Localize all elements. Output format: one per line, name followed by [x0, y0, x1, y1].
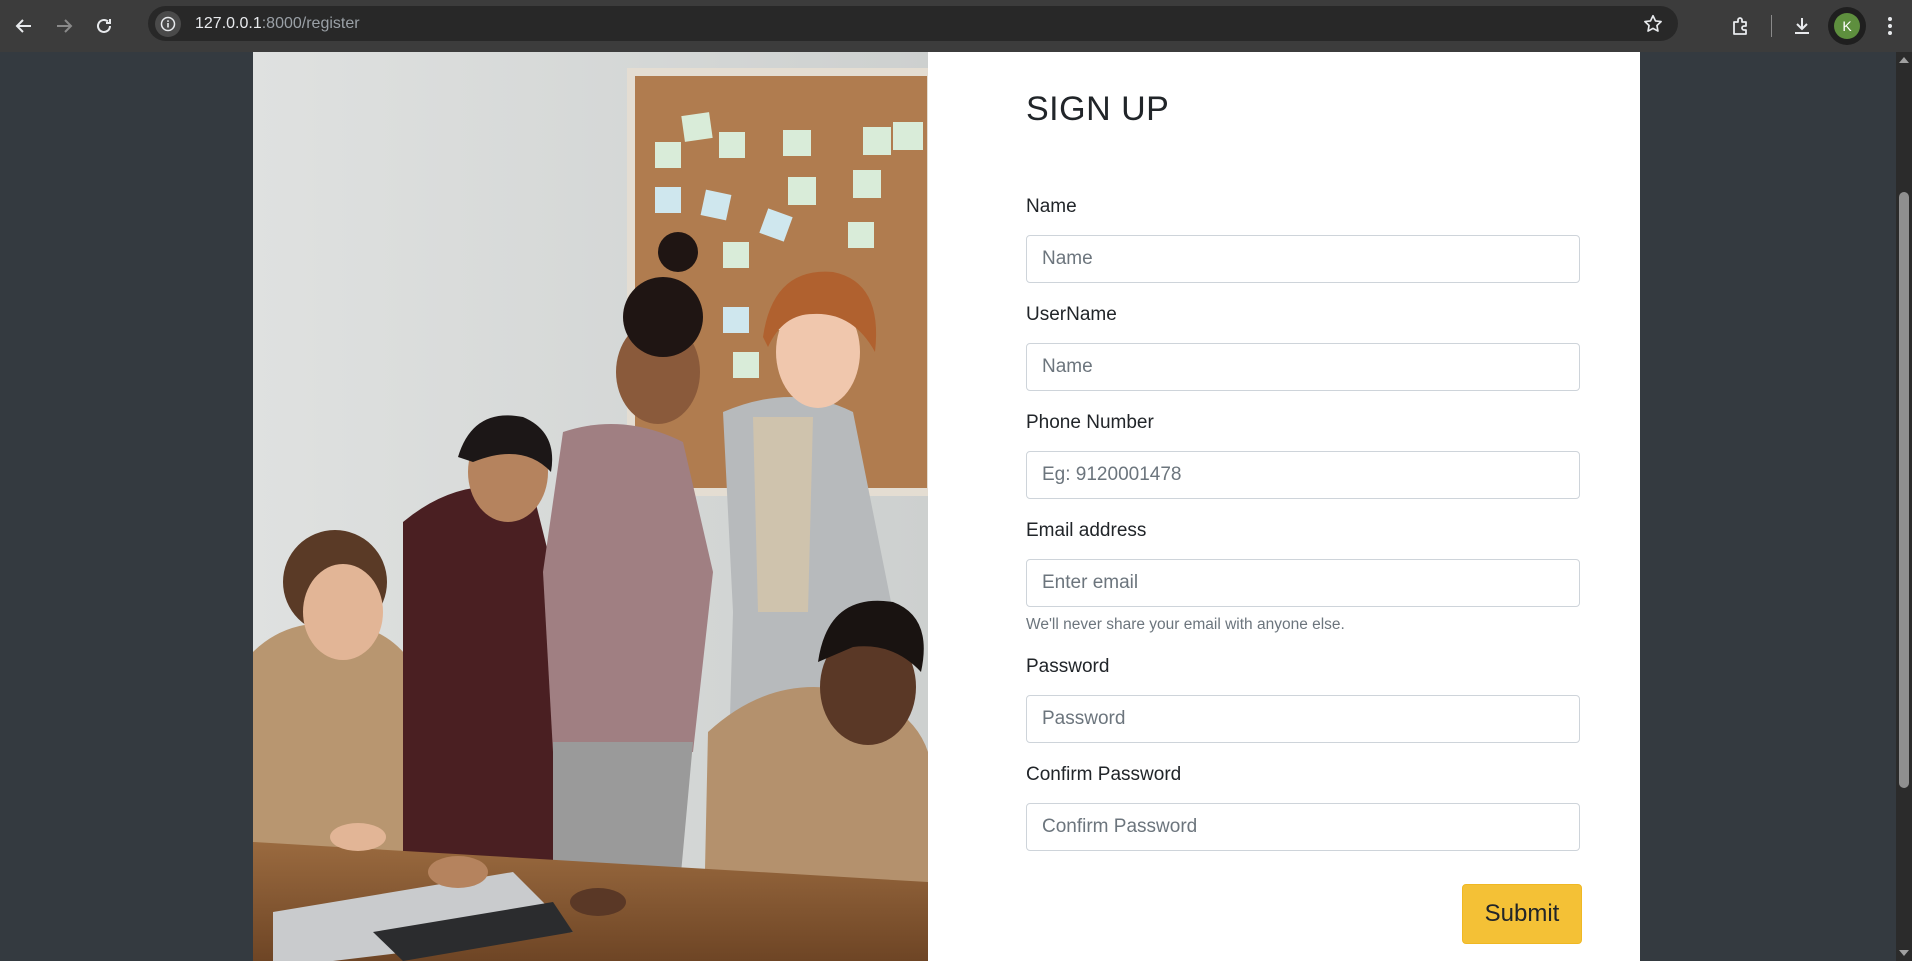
- page-title: SIGN UP: [1026, 90, 1170, 128]
- confirm-password-group: Confirm Password: [1026, 761, 1580, 851]
- url-path: :8000/register: [261, 14, 360, 32]
- browser-menu-button[interactable]: [1870, 6, 1910, 46]
- extensions-icon: [1733, 17, 1747, 35]
- name-group: Name: [1026, 193, 1580, 283]
- name-field[interactable]: [1026, 235, 1580, 283]
- confirm-password-label: Confirm Password: [1026, 764, 1182, 785]
- username-label: UserName: [1026, 304, 1117, 325]
- toolbar-divider: [1771, 15, 1772, 37]
- reload-icon: [97, 18, 111, 33]
- site-info-icon[interactable]: [155, 10, 181, 37]
- phone-group: Phone Number: [1026, 409, 1580, 499]
- forward-button[interactable]: [44, 6, 84, 46]
- password-label: Password: [1026, 656, 1110, 677]
- signup-card: SIGN UP Name UserName Phone Number Email…: [253, 52, 1640, 961]
- scrollbar-thumb[interactable]: [1899, 192, 1909, 788]
- scroll-up-icon[interactable]: [1899, 57, 1909, 63]
- forward-icon: [57, 19, 73, 33]
- back-button[interactable]: [4, 6, 44, 46]
- menu-icon: [1888, 17, 1892, 35]
- toolbar-actions: K: [1721, 0, 1912, 52]
- bookmark-star-icon[interactable]: [1642, 13, 1664, 35]
- profile-button[interactable]: K: [1828, 7, 1866, 45]
- name-label: Name: [1026, 196, 1077, 217]
- email-group: Email address We'll never share your ema…: [1026, 517, 1580, 634]
- submit-button[interactable]: Submit: [1462, 884, 1582, 944]
- password-group: Password: [1026, 653, 1580, 743]
- address-bar[interactable]: 127.0.0.1:8000/register: [148, 6, 1678, 41]
- phone-label: Phone Number: [1026, 412, 1154, 433]
- team-photo: [253, 52, 928, 961]
- password-field[interactable]: [1026, 695, 1580, 743]
- email-field[interactable]: [1026, 559, 1580, 607]
- browser-toolbar: 127.0.0.1:8000/register K: [0, 0, 1912, 52]
- reload-button[interactable]: [84, 6, 124, 46]
- extensions-button[interactable]: [1721, 6, 1761, 46]
- email-help-text: We'll never share your email with anyone…: [1026, 616, 1345, 633]
- avatar: K: [1834, 13, 1860, 39]
- url-host: 127.0.0.1: [195, 14, 262, 32]
- page-viewport: SIGN UP Name UserName Phone Number Email…: [0, 52, 1896, 961]
- email-label: Email address: [1026, 520, 1147, 541]
- scroll-down-icon[interactable]: [1899, 950, 1909, 956]
- download-icon: [1795, 18, 1809, 34]
- url-text: 127.0.0.1:8000/register: [195, 15, 360, 33]
- downloads-button[interactable]: [1782, 6, 1822, 46]
- confirm-password-field[interactable]: [1026, 803, 1580, 851]
- page-scrollbar[interactable]: [1896, 52, 1912, 961]
- username-field[interactable]: [1026, 343, 1580, 391]
- phone-field[interactable]: [1026, 451, 1580, 499]
- back-icon: [15, 19, 31, 33]
- username-group: UserName: [1026, 301, 1580, 391]
